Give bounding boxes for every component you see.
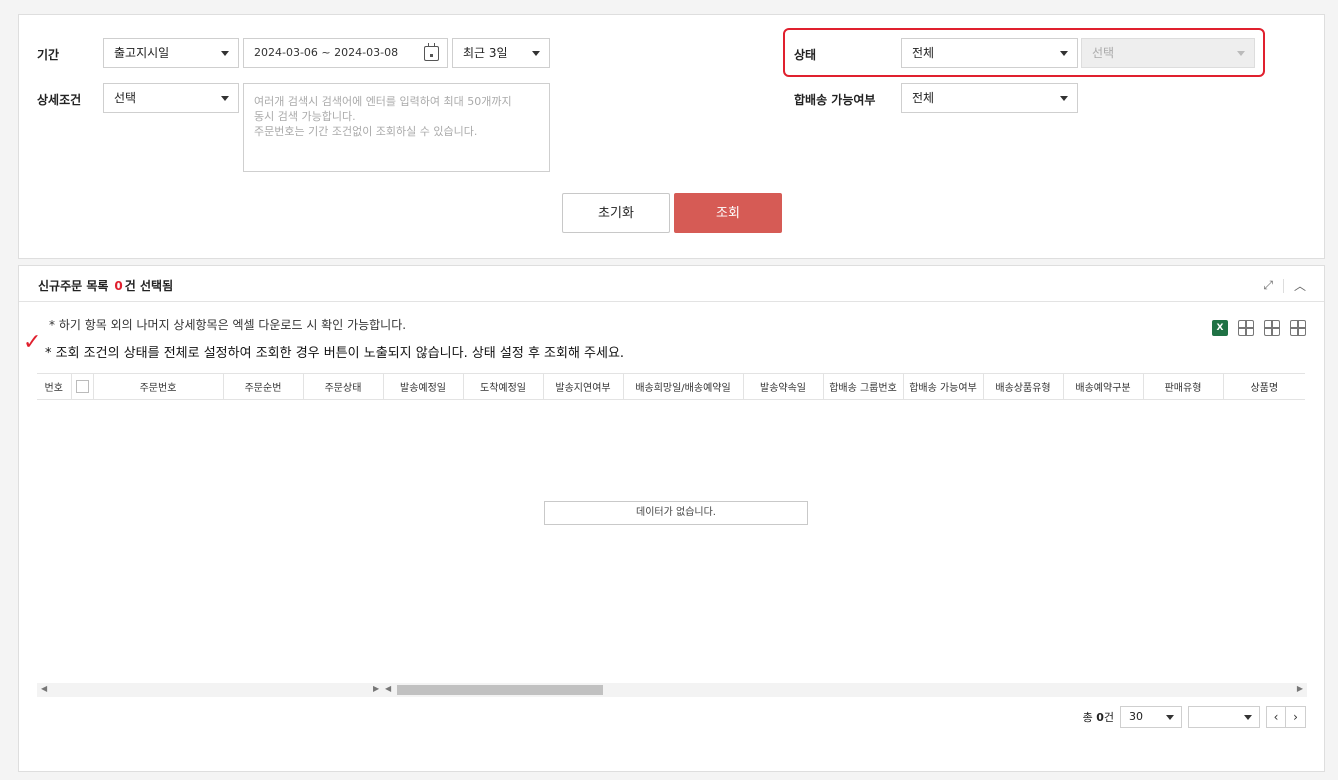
date-range-value: 2024-03-06 ~ 2024-03-08 xyxy=(254,46,399,59)
status-sub-value: 선택 xyxy=(1092,46,1115,60)
horizontal-scrollbar[interactable]: ◀ ▶ ◀ ▶ xyxy=(37,683,1307,697)
grid-tools: X xyxy=(1212,320,1306,336)
chevron-down-icon xyxy=(1166,715,1174,720)
column-save-icon[interactable] xyxy=(1264,320,1280,336)
detail-search-textarea[interactable]: 여러개 검색시 검색어에 엔터를 입력하여 최대 50개까지 동시 검색 가능합… xyxy=(243,83,550,172)
column-header[interactable]: 배송예약구분 xyxy=(1063,373,1144,400)
detail-label: 상세조건 xyxy=(37,93,82,107)
calendar-icon[interactable] xyxy=(424,43,439,61)
chevron-down-icon xyxy=(1060,51,1068,56)
list-title: 신규주문 목록 0 건 선택됨 xyxy=(38,277,173,294)
order-list-panel: 신규주문 목록 0 건 선택됨 ⤢ ︿ * 하기 항목 외의 나머지 상세항목은 엑… xyxy=(18,265,1325,772)
collapse-icon[interactable]: ︿ xyxy=(1294,277,1306,294)
status-label: 상태 xyxy=(794,48,817,62)
column-header[interactable]: 배송희망일/배송예약일 xyxy=(623,373,744,400)
reset-button[interactable]: 초기화 xyxy=(562,193,670,233)
combined-shipping-label: 합배송 가능여부 xyxy=(794,93,876,107)
total-count: 총 0건 xyxy=(1083,709,1114,725)
detail-select-value: 선택 xyxy=(114,91,137,105)
chevron-down-icon xyxy=(221,51,229,56)
note-status: * 조회 조건의 상태를 전체로 설정하여 조회한 경우 버튼이 노출되지 않습… xyxy=(45,346,625,361)
column-header[interactable]: 발송지연여부 xyxy=(543,373,624,400)
header-icons: ⤢ ︿ xyxy=(1263,277,1306,294)
column-header[interactable]: 상품명 xyxy=(1223,373,1305,400)
page-nav: ‹ › xyxy=(1266,706,1306,728)
page-select[interactable] xyxy=(1188,706,1260,728)
scrollbar-thumb[interactable] xyxy=(397,685,603,695)
period-label: 기간 xyxy=(37,48,60,62)
column-header[interactable]: 번호 xyxy=(37,373,72,400)
scroll-left-icon[interactable]: ◀ xyxy=(41,684,47,693)
detail-select[interactable]: 선택 xyxy=(103,83,239,113)
total-suffix: 건 xyxy=(1103,711,1114,724)
date-range-input[interactable]: 2024-03-06 ~ 2024-03-08 xyxy=(243,38,448,68)
scroll-right-icon[interactable]: ▶ xyxy=(373,684,379,693)
column-header[interactable]: 합배송 가능여부 xyxy=(903,373,984,400)
pagination: 총 0건 30 ‹ › xyxy=(1083,706,1306,728)
divider xyxy=(1282,278,1284,293)
column-header[interactable]: 주문순번 xyxy=(223,373,304,400)
page-size-value: 30 xyxy=(1129,710,1143,723)
table-header-row: 번호 주문번호 주문순번 주문상태 발송예정일 도착예정일 발송지연여부 배송희… xyxy=(37,373,1305,400)
period-type-select[interactable]: 출고지시일 xyxy=(103,38,239,68)
chevron-down-icon xyxy=(1237,51,1245,56)
total-count-value: 0 xyxy=(1096,711,1104,724)
empty-message: 데이터가 없습니다. xyxy=(544,501,808,525)
combined-shipping-select[interactable]: 전체 xyxy=(901,83,1078,113)
quick-range-select[interactable]: 최근 3일 xyxy=(452,38,550,68)
list-title-text: 신규주문 목록 xyxy=(38,279,109,293)
note-excel: * 하기 항목 외의 나머지 상세항목은 엑셀 다운로드 시 확인 가능합니다. xyxy=(49,318,407,332)
excel-download-icon[interactable]: X xyxy=(1212,320,1228,336)
search-panel: 기간 출고지시일 2024-03-06 ~ 2024-03-08 최근 3일 상… xyxy=(18,14,1325,259)
expand-icon[interactable]: ⤢ xyxy=(1263,278,1273,293)
search-button[interactable]: 조회 xyxy=(674,193,782,233)
scroll-right-icon[interactable]: ▶ xyxy=(1297,684,1303,693)
status-select[interactable]: 전체 xyxy=(901,38,1078,68)
column-header[interactable]: 주문번호 xyxy=(93,373,224,400)
scroll-left-icon[interactable]: ◀ xyxy=(385,684,391,693)
combined-shipping-value: 전체 xyxy=(912,91,935,105)
column-settings-icon[interactable] xyxy=(1290,320,1306,336)
order-table: 번호 주문번호 주문순번 주문상태 발송예정일 도착예정일 발송지연여부 배송희… xyxy=(37,373,1305,400)
status-value: 전체 xyxy=(912,46,935,60)
column-header[interactable]: 주문상태 xyxy=(303,373,384,400)
status-sub-select: 선택 xyxy=(1081,38,1255,68)
column-header[interactable]: 배송상품유형 xyxy=(983,373,1064,400)
selected-count: 0 xyxy=(114,279,123,293)
column-check-icon[interactable] xyxy=(1238,320,1254,336)
next-page-button[interactable]: › xyxy=(1286,706,1306,728)
column-header[interactable]: 합배송 그룹번호 xyxy=(823,373,904,400)
quick-range-value: 최근 3일 xyxy=(463,46,508,60)
period-type-value: 출고지시일 xyxy=(114,46,170,60)
column-header-select-all[interactable] xyxy=(71,373,94,400)
page-size-select[interactable]: 30 xyxy=(1120,706,1182,728)
column-header[interactable]: 도착예정일 xyxy=(463,373,544,400)
prev-page-button[interactable]: ‹ xyxy=(1266,706,1286,728)
list-header: 신규주문 목록 0 건 선택됨 ⤢ ︿ xyxy=(19,266,1324,302)
chevron-down-icon xyxy=(532,51,540,56)
selected-count-suffix: 건 선택됨 xyxy=(124,279,174,293)
chevron-down-icon xyxy=(221,96,229,101)
chevron-down-icon xyxy=(1244,715,1252,720)
column-header[interactable]: 발송약속일 xyxy=(743,373,824,400)
chevron-down-icon xyxy=(1060,96,1068,101)
column-header[interactable]: 판매유형 xyxy=(1143,373,1224,400)
column-header[interactable]: 발송예정일 xyxy=(383,373,464,400)
total-prefix: 총 xyxy=(1082,711,1093,724)
red-checkmark-icon: ✓ xyxy=(23,330,42,355)
select-all-checkbox[interactable] xyxy=(75,380,89,393)
